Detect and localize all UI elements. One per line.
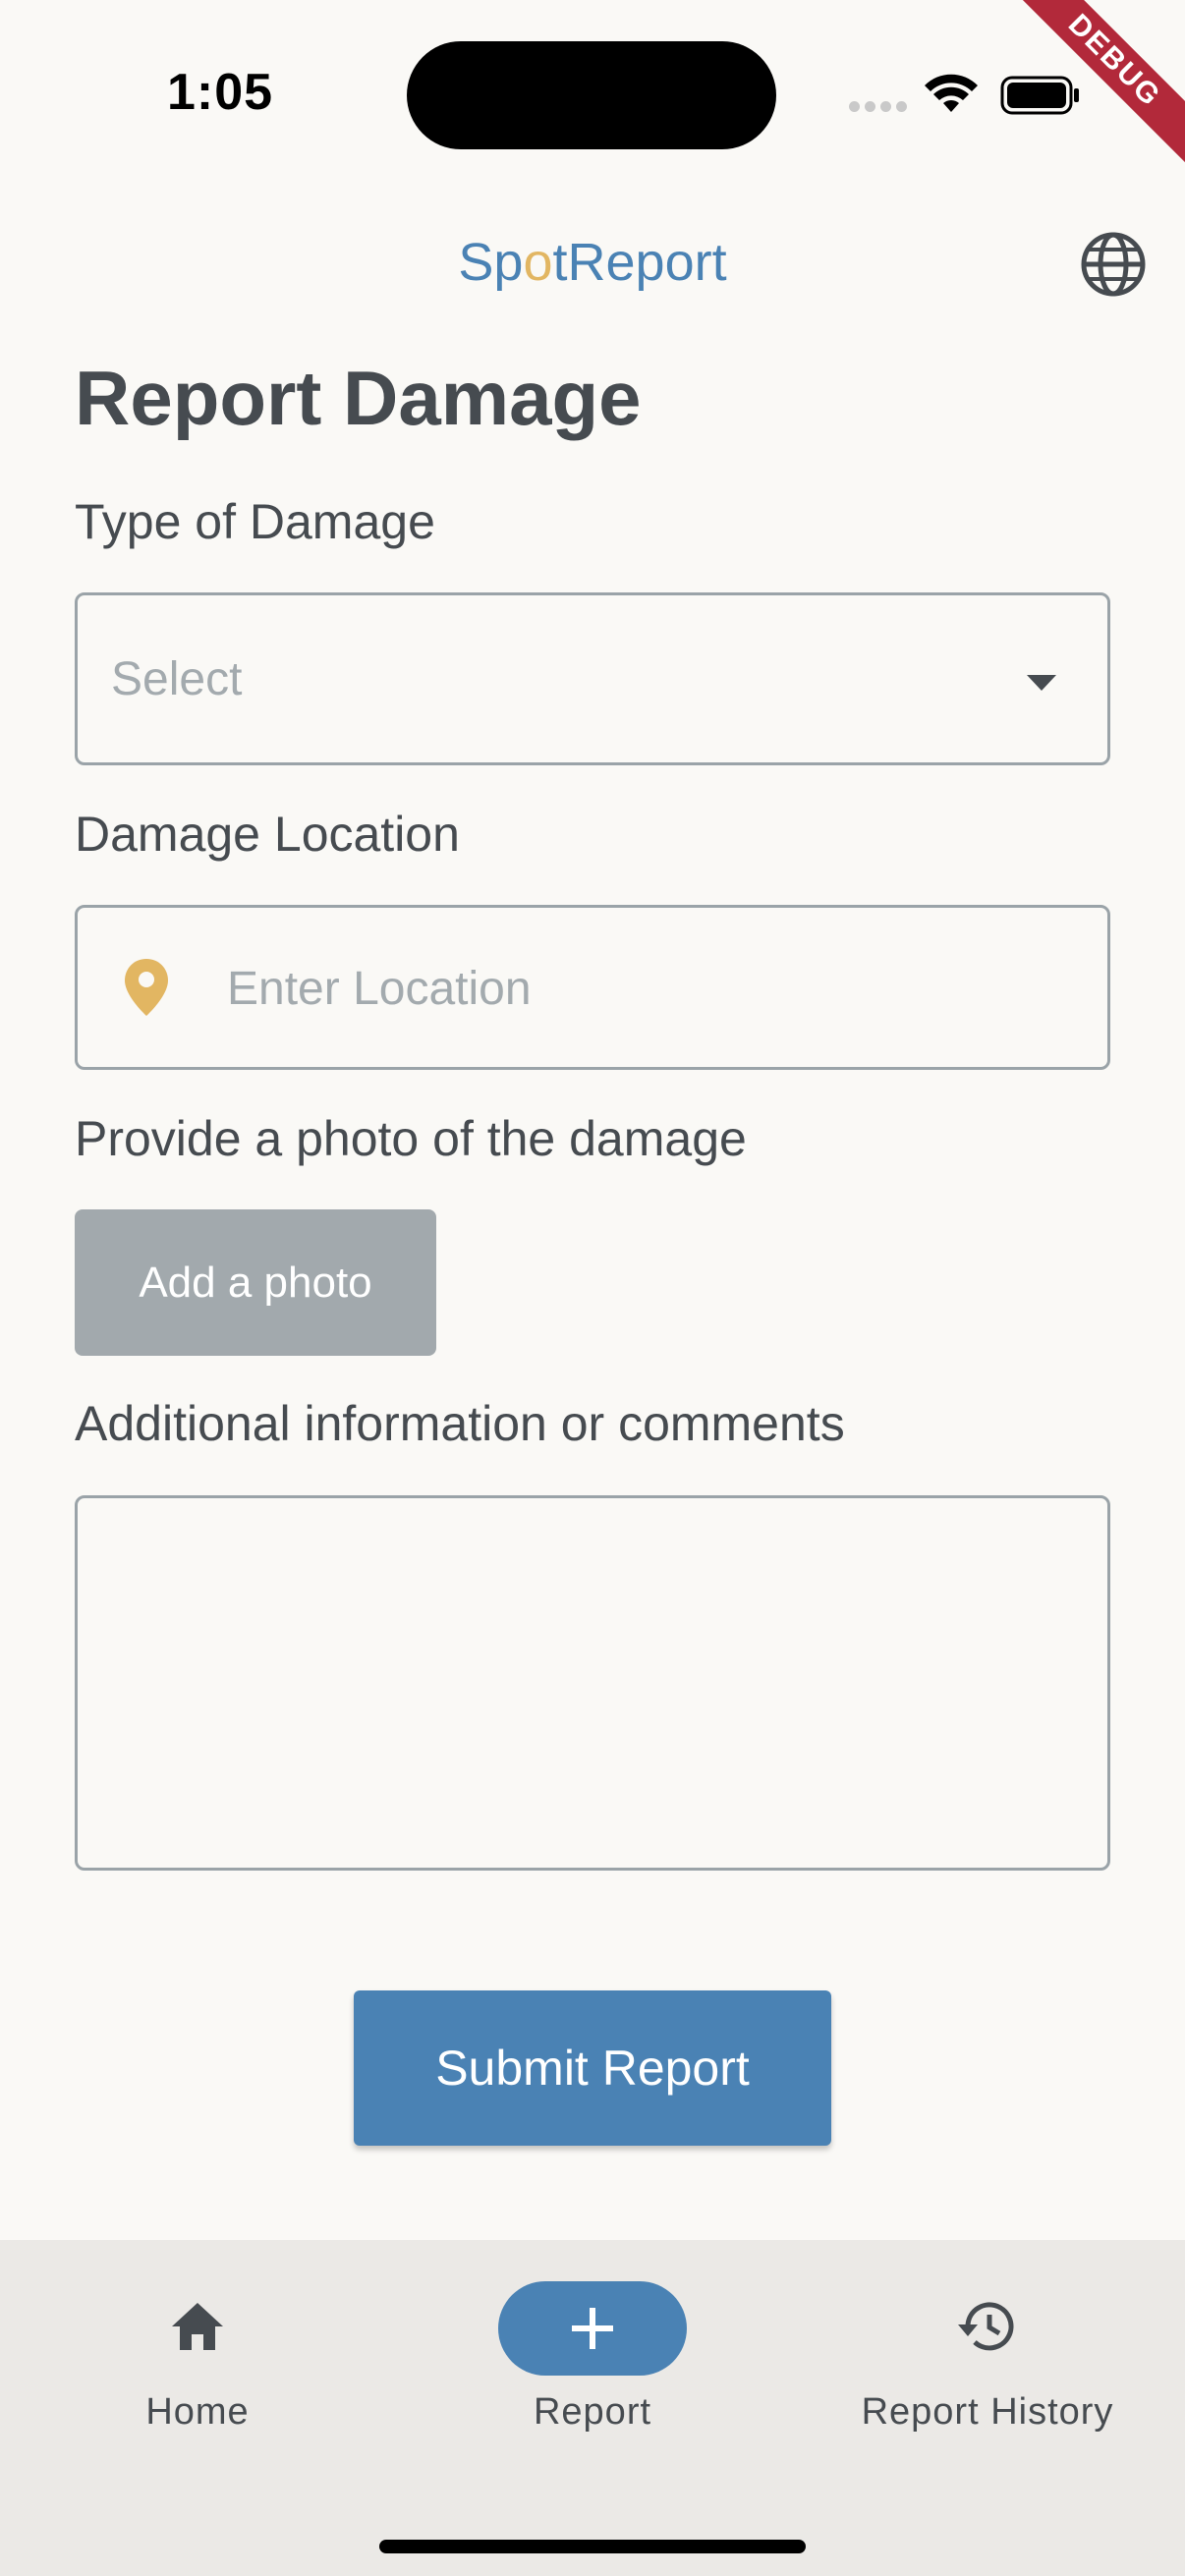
- home-indicator: [379, 2540, 806, 2553]
- app-title-part: Sp: [458, 233, 524, 292]
- app-title-accent: o: [523, 233, 553, 292]
- nav-report-history[interactable]: Report History: [790, 2240, 1185, 2436]
- location-label: Damage Location: [75, 807, 460, 862]
- wifi-icon: [925, 74, 978, 112]
- location-pin-icon: [125, 959, 168, 1016]
- location-field[interactable]: [75, 905, 1110, 1070]
- app-title: SpotReport: [0, 232, 1185, 293]
- nav-home-label: Home: [145, 2391, 250, 2433]
- page-title: Report Damage: [75, 355, 642, 441]
- comments-input[interactable]: [78, 1498, 1107, 1868]
- comments-label: Additional information or comments: [75, 1396, 845, 1451]
- submit-report-button[interactable]: Submit Report: [354, 1990, 831, 2146]
- chevron-down-icon: [1027, 675, 1056, 691]
- nav-home[interactable]: Home: [0, 2240, 395, 2436]
- nav-report[interactable]: Report: [395, 2240, 790, 2436]
- nav-report-history-label: Report History: [861, 2391, 1114, 2433]
- comments-field[interactable]: [75, 1495, 1110, 1871]
- history-icon: [958, 2302, 1014, 2351]
- status-time: 1:05: [167, 64, 274, 121]
- status-bar: 1:05 DEBUG: [0, 0, 1185, 187]
- nav-report-active-indicator: [498, 2281, 687, 2376]
- photo-label: Provide a photo of the damage: [75, 1111, 747, 1166]
- damage-type-label: Type of Damage: [75, 494, 435, 549]
- add-photo-button[interactable]: Add a photo: [75, 1209, 436, 1356]
- cellular-signal-icon: [849, 101, 907, 112]
- location-input[interactable]: [227, 949, 1072, 1028]
- home-icon: [172, 2303, 223, 2350]
- damage-type-dropdown[interactable]: Select: [75, 592, 1110, 765]
- battery-icon: [1000, 76, 1079, 115]
- dynamic-island: [407, 41, 776, 149]
- plus-icon: [572, 2308, 613, 2349]
- app-title-part: tReport: [552, 233, 727, 292]
- damage-type-placeholder: Select: [111, 653, 243, 705]
- globe-icon[interactable]: [1079, 230, 1148, 299]
- nav-report-label: Report: [533, 2391, 652, 2433]
- bottom-nav: Home Report Report History: [0, 2240, 1185, 2576]
